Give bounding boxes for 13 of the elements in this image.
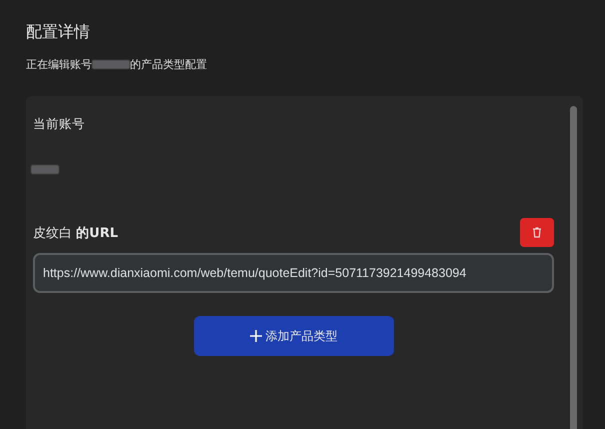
redaction-mark	[31, 165, 59, 174]
url-label: 皮纹白 的URL	[33, 224, 118, 242]
page-title: 配置详情	[26, 22, 90, 43]
scrollbar-thumb[interactable]	[570, 106, 577, 429]
plus-icon	[250, 330, 262, 342]
trash-icon	[532, 227, 542, 238]
subtitle-text: 正在编辑账号	[26, 57, 92, 72]
delete-button[interactable]	[520, 218, 554, 247]
subtitle-text: 的产品类型配置	[130, 57, 207, 72]
url-input-field[interactable]: https://www.dianxiaomi.com/web/temu/quoteEdit?id=5071173921499483094	[33, 253, 554, 293]
add-product-type-button[interactable]: 添加产品类型	[194, 316, 394, 356]
account-label: 当前账号	[33, 116, 85, 133]
redaction-mark	[92, 60, 130, 69]
